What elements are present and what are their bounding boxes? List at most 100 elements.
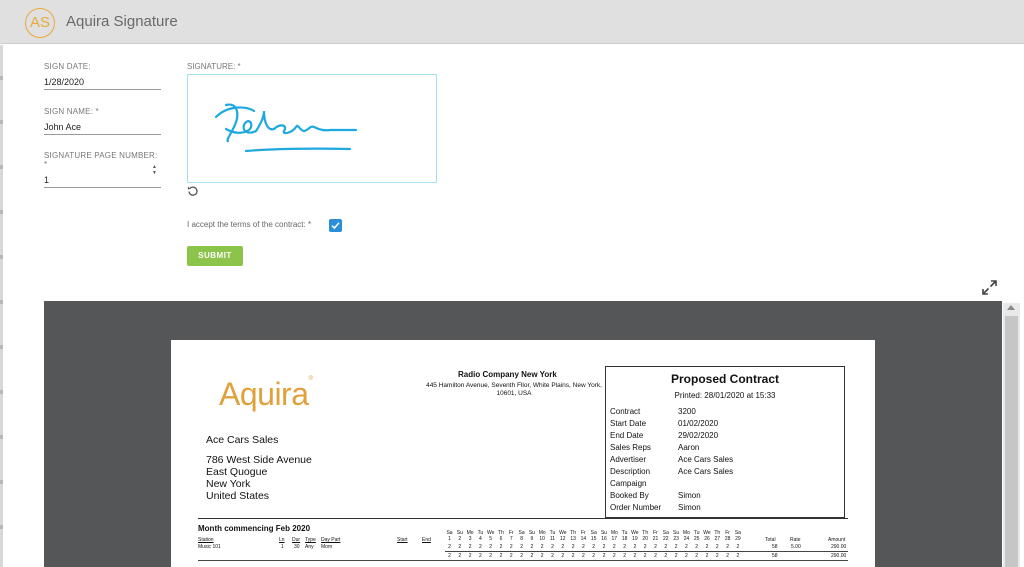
row-total: 58: [772, 544, 778, 550]
spot-count: 2: [499, 553, 503, 559]
header-station: Station: [198, 537, 214, 543]
spot-count: 2: [654, 544, 657, 550]
header-rate: Rate: [790, 537, 801, 543]
row-daypart: Mom: [321, 544, 333, 550]
row-station: Music 101: [198, 544, 221, 550]
day-number: 10: [539, 536, 545, 542]
spot-count: 2: [571, 553, 575, 559]
gutter-mark: [0, 390, 3, 394]
accept-terms-checkbox[interactable]: [329, 219, 342, 232]
address-line: New York: [206, 478, 251, 490]
gutter-mark: [0, 480, 3, 484]
spot-count: 2: [540, 553, 544, 559]
contract-key: Description: [610, 467, 651, 476]
gutter-mark: [0, 300, 3, 304]
page-number-input[interactable]: 1: [44, 175, 161, 188]
app-header: AS Aquira Signature: [0, 0, 1024, 44]
spot-count: 2: [643, 544, 647, 550]
day-number: 2: [458, 536, 462, 542]
spot-count: 2: [509, 553, 513, 559]
day-column-header: We 5: [486, 530, 495, 542]
spot-count: 2: [623, 553, 626, 559]
gutter-mark: [0, 210, 3, 214]
day-column-header: Th 13: [569, 530, 578, 542]
spot-count: 2: [479, 553, 482, 559]
signature-pad[interactable]: [187, 74, 437, 183]
spot-count: 2: [736, 553, 740, 559]
spot-count: 2: [736, 544, 740, 550]
address-line: 786 West Side Avenue: [206, 454, 312, 466]
sign-name-input[interactable]: John Ace: [44, 122, 161, 135]
spot-count: 2: [561, 544, 565, 550]
grand-amount: 290.00: [831, 553, 847, 559]
reset-icon[interactable]: [187, 185, 199, 197]
spot-count: 2: [592, 544, 596, 550]
day-column-header: Sa 1: [445, 530, 454, 542]
day-number: 22: [663, 536, 669, 542]
spot-count: 2: [664, 553, 668, 559]
spot-count: 2: [726, 553, 729, 559]
day-column-header: Mo 17: [610, 530, 619, 542]
day-column-header: Sa 29: [733, 530, 742, 542]
fullscreen-expand-icon[interactable]: [981, 279, 998, 296]
day-number: 29: [735, 536, 741, 542]
gutter-mark: [0, 525, 3, 529]
contract-value: 01/02/2020: [678, 419, 719, 428]
contract-value: Simon: [678, 503, 701, 512]
scrollbar-thumb[interactable]: [1005, 316, 1018, 567]
gutter-mark: [0, 435, 3, 439]
spot-count: 2: [571, 544, 575, 550]
sign-name-field[interactable]: SIGN NAME: * John Ace: [44, 107, 161, 135]
spot-count: 2: [695, 544, 699, 550]
spot-count: 2: [715, 544, 719, 550]
spot-count: 2: [582, 553, 585, 559]
contract-summary-box: Proposed Contract Printed: 28/01/2020 at…: [605, 366, 845, 518]
address-line: United States: [206, 490, 270, 502]
spot-count: 2: [530, 553, 534, 559]
spot-count: 2: [520, 553, 523, 559]
spot-count: 2: [654, 553, 657, 559]
day-column-header: Tu 18: [620, 530, 629, 542]
day-column-header: Su 9: [527, 530, 536, 542]
day-column-header: Tu 4: [476, 530, 485, 542]
spot-count: 2: [499, 544, 503, 550]
day-column-header: Fr 7: [507, 530, 516, 542]
sign-date-input[interactable]: 1/28/2020: [44, 77, 161, 90]
spot-count: 2: [623, 544, 626, 550]
spot-count: 2: [540, 544, 544, 550]
day-column-header: Su 16: [600, 530, 609, 542]
page-number-field[interactable]: SIGNATURE PAGE NUMBER: * 1 ▲ ▼: [44, 151, 161, 188]
spot-count: 2: [612, 544, 616, 550]
spot-count: 2: [705, 544, 709, 550]
day-column-header: Sa 8: [517, 530, 526, 542]
day-number: 28: [724, 536, 731, 542]
month-commencing: Month commencing Feb 2020: [198, 524, 311, 533]
schedule-rule: [198, 560, 848, 561]
spot-count: 2: [489, 544, 493, 550]
day-column-header: Tu 25: [692, 530, 701, 542]
spot-count: 2: [685, 553, 688, 559]
spot-count: 2: [448, 553, 451, 559]
number-stepper-icon[interactable]: ▲ ▼: [152, 164, 157, 176]
day-number: 7: [509, 536, 513, 542]
day-number: 3: [468, 536, 472, 542]
gutter-mark: [0, 165, 3, 169]
spot-count: 2: [592, 553, 596, 559]
day-column-header: Fr 28: [723, 530, 732, 542]
page-number-label: SIGNATURE PAGE NUMBER: *: [44, 151, 158, 169]
day-number: 8: [520, 536, 523, 542]
spot-count: 2: [458, 544, 462, 550]
header-total: Total: [765, 537, 776, 543]
contract-printed-date: Printed: 28/01/2020 at 15:33: [674, 391, 776, 400]
sign-date-field[interactable]: SIGN DATE: 1/28/2020: [44, 62, 161, 90]
spot-count: 2: [633, 544, 637, 550]
submit-button[interactable]: SUBMIT: [187, 246, 243, 266]
gutter-mark: [0, 255, 3, 259]
contract-key: Contract: [610, 407, 641, 416]
header-dur: Dur: [292, 537, 301, 543]
spot-count: 2: [695, 553, 699, 559]
spot-count: 2: [705, 553, 709, 559]
app-logo: AS: [25, 8, 55, 38]
aquira-logo-text: Aquira: [219, 376, 309, 412]
scroll-up-icon[interactable]: [1007, 305, 1015, 310]
